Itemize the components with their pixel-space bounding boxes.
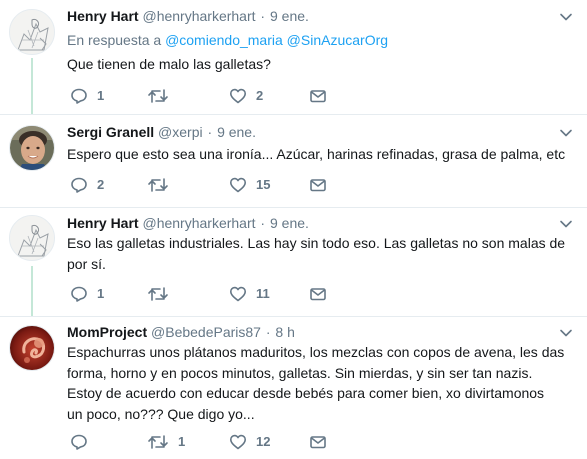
like-count: 15 [256, 177, 271, 192]
tweet-actions: 2 15 [67, 175, 367, 195]
retweet-icon [148, 435, 168, 449]
timestamp[interactable]: 9 ene. [270, 215, 309, 231]
reply-count: 1 [97, 286, 105, 301]
tweet-text-line: por sí. [67, 255, 106, 272]
reply-icon [71, 177, 87, 193]
tweet[interactable]: Henry Hart @henryharkerhart · 9 ene. En … [0, 0, 587, 114]
mention-link[interactable]: @SinAzucarOrg [287, 32, 388, 48]
chevron-down-icon[interactable] [559, 10, 573, 24]
user-handle[interactable]: @henryharkerhart [142, 8, 255, 24]
reply-button[interactable]: 1 [70, 284, 104, 304]
tweet-text: Espero que esto sea una ironía... Azúcar… [67, 144, 572, 165]
heart-icon [230, 434, 246, 450]
tweet-actions: 1 11 [67, 284, 367, 304]
tweet[interactable]: MomProject @BebedeParis87 · 8 h Espachur… [0, 317, 587, 459]
tweet-text-line: Espero que esto sea una ironía... Azúcar… [67, 146, 566, 162]
retweet-button[interactable] [147, 284, 178, 304]
reply-button[interactable] [70, 432, 97, 452]
tweet-header: Henry Hart @henryharkerhart · 9 ene. [67, 213, 309, 233]
tweet-text-line: Eso las galletas industriales. Las hay s… [67, 235, 566, 251]
tweet-text: Eso las galletas industriales. Las hay s… [67, 233, 572, 274]
like-button[interactable]: 2 [229, 86, 263, 106]
direct-message-button[interactable] [309, 86, 327, 106]
direct-message-button[interactable] [309, 432, 327, 452]
reply-count: 2 [97, 177, 105, 192]
envelope-icon [310, 436, 326, 449]
like-count: 2 [256, 88, 264, 103]
tweet-thread: Henry Hart @henryharkerhart · 9 ene. En … [0, 0, 587, 459]
tweet-actions: 1 12 [67, 432, 367, 452]
display-name[interactable]: Henry Hart [67, 8, 139, 24]
user-handle[interactable]: @xerpi [158, 124, 203, 140]
retweet-icon [148, 89, 168, 103]
tweet[interactable]: Sergi Granell @xerpi · 9 ene. Espero que… [0, 115, 587, 207]
display-name[interactable]: MomProject [67, 324, 147, 340]
reply-count: 1 [97, 88, 105, 103]
timestamp[interactable]: 9 ene. [270, 8, 309, 24]
retweet-button[interactable] [147, 86, 178, 106]
chevron-down-icon[interactable] [559, 217, 573, 231]
reply-context: En respuesta a @comiendo_maria @SinAzuca… [67, 30, 388, 50]
retweet-button[interactable]: 1 [147, 432, 185, 452]
reply-button[interactable]: 2 [70, 175, 104, 195]
retweet-icon [148, 178, 168, 192]
tweet-text-line: forma, horno y en pocos minutos, galleta… [67, 364, 533, 381]
display-name[interactable]: Sergi Granell [67, 124, 154, 140]
tweet-text: Que tienen de malo las galletas? [67, 54, 572, 75]
timestamp[interactable]: 9 ene. [217, 124, 256, 140]
separator-dot: · [265, 324, 271, 340]
heart-icon [230, 88, 246, 104]
tweet-actions: 1 2 [67, 86, 367, 106]
envelope-icon [310, 288, 326, 301]
tweet[interactable]: Henry Hart @henryharkerhart · 9 ene. Eso… [0, 208, 587, 316]
retweet-button[interactable] [147, 175, 178, 195]
heart-icon [230, 177, 246, 193]
chevron-down-icon[interactable] [559, 126, 573, 140]
user-handle[interactable]: @BebedeParis87 [151, 324, 261, 340]
separator-dot: · [260, 8, 266, 24]
envelope-icon [310, 179, 326, 192]
separator-dot: · [260, 215, 266, 231]
like-button[interactable]: 15 [229, 175, 270, 195]
reply-icon [71, 434, 87, 450]
like-count: 11 [256, 286, 270, 301]
reply-button[interactable]: 1 [70, 86, 104, 106]
avatar[interactable] [9, 325, 55, 371]
avatar[interactable] [9, 9, 55, 55]
tweet-text-line: Espachurras unos plátanos maduritos, los… [67, 344, 565, 360]
user-handle[interactable]: @henryharkerhart [142, 215, 255, 231]
direct-message-button[interactable] [309, 284, 327, 304]
separator-dot: · [207, 124, 213, 140]
retweet-count: 1 [178, 434, 186, 449]
tweet-text: Espachurras unos plátanos maduritos, los… [67, 342, 572, 424]
avatar[interactable] [9, 215, 55, 261]
retweet-icon [148, 287, 168, 301]
reply-icon [71, 286, 87, 302]
reply-icon [71, 88, 87, 104]
direct-message-button[interactable] [309, 175, 327, 195]
tweet-text-line: Que tienen de malo las galletas? [67, 56, 271, 72]
timestamp[interactable]: 8 h [275, 324, 294, 340]
tweet-header: Sergi Granell @xerpi · 9 ene. [67, 122, 256, 142]
reply-prefix: En respuesta a [67, 32, 162, 48]
display-name[interactable]: Henry Hart [67, 215, 139, 231]
heart-icon [230, 286, 246, 302]
like-count: 12 [256, 434, 271, 449]
like-button[interactable]: 12 [229, 432, 270, 452]
chevron-down-icon[interactable] [559, 326, 573, 340]
avatar[interactable] [9, 125, 55, 171]
like-button[interactable]: 11 [229, 284, 270, 304]
envelope-icon [310, 90, 326, 103]
tweet-text-line: Estoy de acuerdo con educar desde bebés … [67, 385, 545, 401]
tweet-header: Henry Hart @henryharkerhart · 9 ene. [67, 6, 309, 26]
mention-link[interactable]: @comiendo_maria [165, 32, 283, 48]
tweet-header: MomProject @BebedeParis87 · 8 h [67, 322, 295, 342]
tweet-text-line: un poco, no??? Que digo yo... [67, 405, 255, 422]
